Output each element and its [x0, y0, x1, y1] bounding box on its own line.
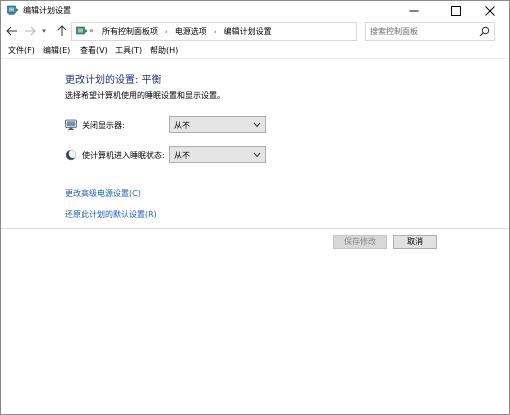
monitor-icon — [65, 119, 77, 130]
main-content: 更改计划的设置: 平衡 选择希望计算机使用的睡眠设置和显示设置。 关闭显示器: … — [1, 59, 509, 414]
menu-tools[interactable]: 工具(T) — [115, 45, 142, 56]
close-icon — [485, 6, 495, 16]
cancel-button[interactable]: 取消 — [393, 235, 437, 249]
setting-row-display-off: 关闭显示器: 从不 — [65, 116, 275, 134]
minimize-icon — [409, 10, 419, 12]
display-off-label: 关闭显示器: — [82, 121, 125, 130]
page-title: 更改计划的设置: 平衡 — [65, 75, 162, 86]
arrow-up-icon — [57, 25, 67, 36]
divider — [1, 228, 509, 229]
breadcrumb-separator[interactable]: › — [214, 28, 217, 36]
advanced-power-settings-link[interactable]: 更改高级电源设置(C) — [65, 188, 141, 199]
search-icon[interactable] — [479, 26, 490, 37]
restore-defaults-link[interactable]: 还原此计划的默认设置(R) — [65, 209, 157, 220]
maximize-icon — [451, 6, 461, 16]
chevron-down-icon: ▾ — [42, 27, 46, 35]
power-options-icon — [7, 5, 19, 15]
menu-edit[interactable]: 编辑(E) — [43, 45, 70, 56]
menu-view[interactable]: 查看(V) — [80, 45, 108, 56]
search-input[interactable] — [370, 24, 470, 38]
sleep-label: 使计算机进入睡眠状态: — [82, 151, 165, 160]
minimize-button[interactable] — [399, 1, 429, 21]
save-changes-button[interactable]: 保存修改 — [333, 235, 387, 249]
breadcrumb-item[interactable]: 所有控制面板项 — [102, 26, 158, 37]
menu-help[interactable]: 帮助(H) — [150, 45, 178, 56]
moon-icon — [65, 149, 77, 161]
chevron-down-icon — [253, 122, 261, 128]
sleep-select[interactable]: 从不 — [169, 146, 266, 163]
breadcrumb-item[interactable]: 编辑计划设置 — [224, 26, 272, 37]
menu-file[interactable]: 文件(F) — [8, 45, 35, 56]
sleep-value: 从不 — [174, 151, 190, 160]
breadcrumb-overflow[interactable]: « — [89, 26, 94, 35]
address-bar[interactable]: « 所有控制面板项 › 电源选项 › 编辑计划设置 — [71, 22, 424, 41]
back-button[interactable] — [5, 24, 19, 38]
chevron-down-icon — [253, 152, 261, 158]
arrow-left-icon — [6, 26, 17, 36]
navigation-bar: ▾ « 所有控制面板项 › 电源选项 › 编辑计划设置 — [1, 21, 509, 41]
maximize-button[interactable] — [441, 1, 471, 21]
display-off-select[interactable]: 从不 — [169, 116, 266, 133]
close-button[interactable] — [475, 1, 505, 21]
breadcrumb-item[interactable]: 电源选项 — [175, 26, 207, 37]
arrow-right-icon — [25, 26, 36, 36]
display-off-value: 从不 — [174, 121, 190, 130]
breadcrumb: 所有控制面板项 › 电源选项 › 编辑计划设置 — [102, 26, 272, 37]
breadcrumb-separator[interactable]: › — [165, 28, 168, 36]
control-panel-icon — [76, 26, 88, 35]
title-bar: 编辑计划设置 — [1, 1, 509, 21]
setting-row-sleep: 使计算机进入睡眠状态: 从不 — [65, 146, 275, 164]
menu-bar: 文件(F) 编辑(E) 查看(V) 工具(T) 帮助(H) — [1, 42, 509, 59]
window-title: 编辑计划设置 — [23, 6, 71, 15]
window: 编辑计划设置 ▾ « 所有控制面板项 › 电源选项 › 编辑计划设置 搜索控制面… — [0, 0, 510, 415]
page-subtitle: 选择希望计算机使用的睡眠设置和显示设置。 — [65, 91, 225, 100]
up-button[interactable] — [55, 24, 69, 38]
recent-locations-button[interactable]: ▾ — [39, 24, 49, 38]
search-box[interactable] — [365, 22, 495, 41]
forward-button[interactable] — [23, 24, 37, 38]
